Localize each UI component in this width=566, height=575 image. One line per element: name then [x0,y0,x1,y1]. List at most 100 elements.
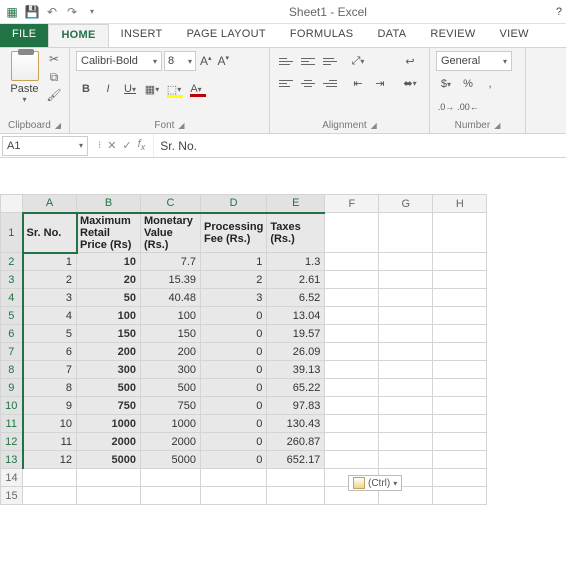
tab-insert[interactable]: INSERT [109,24,175,47]
cell[interactable]: 4 [23,307,77,325]
cell[interactable] [201,487,267,505]
accounting-format-button[interactable]: $▾ [436,74,456,94]
cell[interactable]: 6.52 [267,289,325,307]
cell[interactable]: 300 [141,361,201,379]
cell[interactable]: 1 [23,253,77,271]
alignment-launcher-icon[interactable]: ◢ [371,121,377,130]
italic-button[interactable]: I [98,79,118,99]
cell[interactable] [379,343,433,361]
cell[interactable]: 3 [201,289,267,307]
borders-button[interactable]: ▦▾ [142,79,162,99]
align-left-button[interactable] [276,73,296,93]
name-box[interactable]: A1▾ [2,136,88,156]
fx-icon[interactable]: fx [138,138,146,152]
cell[interactable]: 5 [23,325,77,343]
cell[interactable]: Taxes (Rs.) [267,213,325,253]
cell[interactable]: 200 [77,343,141,361]
cell[interactable] [433,307,487,325]
tab-formulas[interactable]: FORMULAS [278,24,366,47]
cell[interactable] [379,289,433,307]
cell[interactable]: 300 [77,361,141,379]
cell[interactable]: 0 [201,433,267,451]
cell[interactable]: 10 [77,253,141,271]
column-header[interactable]: B [77,195,141,213]
cell[interactable]: 12 [23,451,77,469]
bold-button[interactable]: B [76,79,96,99]
cell[interactable] [433,487,487,505]
align-top-button[interactable] [276,51,296,71]
cell[interactable] [433,325,487,343]
cell[interactable]: 65.22 [267,379,325,397]
row-header[interactable]: 13 [1,451,23,469]
cell[interactable]: 100 [77,307,141,325]
column-header[interactable]: F [325,195,379,213]
cell[interactable]: 2 [201,271,267,289]
help-icon[interactable]: ? [556,6,562,18]
worksheet-grid[interactable]: ABCDEFGH1Sr. No.Maximum Retail Price (Rs… [0,194,487,505]
cell[interactable] [379,325,433,343]
cell[interactable] [325,433,379,451]
cell[interactable] [379,379,433,397]
column-header[interactable]: A [23,195,77,213]
align-center-button[interactable] [298,73,318,93]
cell[interactable]: 0 [201,415,267,433]
cell[interactable] [379,253,433,271]
cell[interactable]: 2 [23,271,77,289]
cell[interactable]: 5000 [141,451,201,469]
cell[interactable]: Monetary Value (Rs.) [141,213,201,253]
cell[interactable] [23,469,77,487]
underline-button[interactable]: U▾ [120,79,140,99]
wrap-text-button[interactable]: ↩ [398,51,422,71]
select-all-corner[interactable] [1,195,23,213]
cell[interactable]: 200 [141,343,201,361]
cell[interactable]: 0 [201,325,267,343]
cell[interactable]: 13.04 [267,307,325,325]
cell[interactable]: 20 [77,271,141,289]
cell[interactable]: 0 [201,343,267,361]
cell[interactable]: Sr. No. [23,213,77,253]
cell[interactable] [267,487,325,505]
cell[interactable]: 2.61 [267,271,325,289]
cell[interactable]: 10 [23,415,77,433]
cell[interactable] [379,451,433,469]
cut-icon[interactable]: ✂ [45,51,63,67]
tab-view[interactable]: VIEW [488,24,541,47]
cell[interactable] [325,253,379,271]
row-header[interactable]: 4 [1,289,23,307]
tab-page-layout[interactable]: PAGE LAYOUT [175,24,278,47]
row-header[interactable]: 5 [1,307,23,325]
cell[interactable] [325,289,379,307]
cell[interactable]: 150 [141,325,201,343]
row-header[interactable]: 10 [1,397,23,415]
orientation-button[interactable]: ⤢▾ [348,51,368,71]
cell[interactable] [77,469,141,487]
cell[interactable]: 2000 [77,433,141,451]
cell[interactable]: 0 [201,307,267,325]
cell[interactable] [325,451,379,469]
row-header[interactable]: 11 [1,415,23,433]
align-middle-button[interactable] [298,51,318,71]
cell[interactable]: 130.43 [267,415,325,433]
cell[interactable] [325,415,379,433]
cell[interactable] [433,213,487,253]
cell[interactable] [325,325,379,343]
cell[interactable] [23,487,77,505]
tab-home[interactable]: HOME [48,24,108,47]
cell[interactable]: 39.13 [267,361,325,379]
row-header[interactable]: 9 [1,379,23,397]
increase-font-icon[interactable]: A▴ [198,54,214,68]
cell[interactable]: 0 [201,379,267,397]
cell[interactable]: 0 [201,361,267,379]
comma-format-button[interactable]: , [480,74,500,94]
cell[interactable] [267,469,325,487]
cell[interactable] [379,415,433,433]
tab-data[interactable]: DATA [365,24,418,47]
undo-icon[interactable]: ↶ [44,4,60,20]
row-header[interactable]: 7 [1,343,23,361]
cell[interactable] [325,213,379,253]
cell[interactable] [379,433,433,451]
cell[interactable]: 26.09 [267,343,325,361]
merge-center-button[interactable]: ⬌▾ [398,73,422,93]
column-header[interactable]: G [379,195,433,213]
cell[interactable]: 1000 [141,415,201,433]
